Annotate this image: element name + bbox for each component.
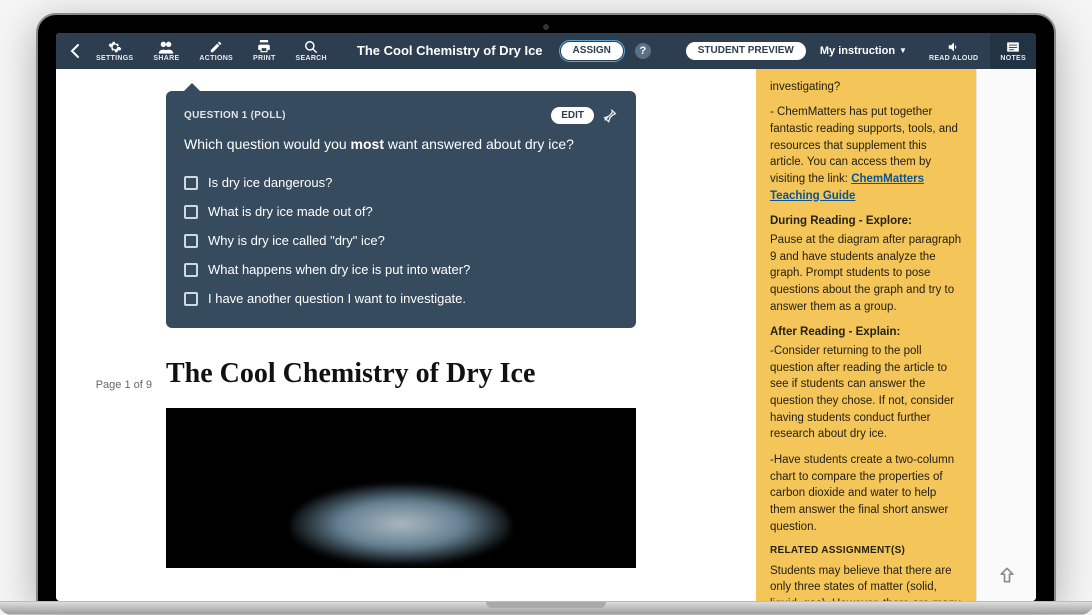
option-label: Is dry ice dangerous? (208, 175, 332, 190)
settings-button[interactable]: SETTINGS (88, 40, 141, 62)
checkbox-icon (184, 205, 198, 219)
option-label: What is dry ice made out of? (208, 204, 373, 219)
search-label: SEARCH (296, 55, 327, 62)
sidebar-heading: After Reading - Explain: (770, 324, 962, 341)
sidebar-section-heading: RELATED ASSIGNMENT(S) (770, 544, 962, 559)
my-instruction-label: My instruction (820, 45, 895, 57)
read-aloud-button[interactable]: READ ALOUD (921, 40, 986, 62)
option-label: I have another question I want to invest… (208, 291, 466, 306)
right-edge-strip (976, 69, 1036, 601)
checkbox-icon (184, 263, 198, 277)
poll-option[interactable]: Is dry ice dangerous? (184, 175, 618, 190)
hero-image (166, 408, 636, 568)
print-button[interactable]: PRINT (245, 40, 284, 62)
assign-button[interactable]: ASSIGN (561, 42, 623, 60)
question-prompt: Which question would you most want answe… (184, 134, 618, 156)
pencil-icon (209, 40, 223, 54)
search-button[interactable]: SEARCH (288, 40, 335, 62)
article-title: The Cool Chemistry of Dry Ice (166, 358, 716, 390)
sidebar-heading: During Reading - Explore: (770, 213, 962, 230)
notes-label: NOTES (1000, 55, 1026, 62)
app-body: Page 1 of 9 QUESTION 1 (POLL) EDIT (56, 69, 1036, 601)
laptop-base (0, 601, 1092, 615)
option-label: What happens when dry ice is put into wa… (208, 262, 470, 277)
my-instruction-dropdown[interactable]: My instruction ▼ (810, 45, 917, 57)
options-list: Is dry ice dangerous? What is dry ice ma… (184, 175, 618, 306)
notes-icon (1006, 41, 1020, 53)
sidebar-text: - ChemMatters has put together fantastic… (770, 104, 962, 204)
print-label: PRINT (253, 55, 276, 62)
scroll-to-top-button[interactable] (997, 565, 1017, 585)
chevron-down-icon: ▼ (899, 46, 907, 55)
search-icon (304, 40, 318, 54)
checkbox-icon (184, 234, 198, 248)
pin-icon (602, 107, 618, 123)
read-aloud-label: READ ALOUD (929, 55, 978, 62)
instruction-sidebar: investigating? - ChemMatters has put tog… (756, 69, 976, 601)
share-label: SHARE (153, 55, 179, 62)
app-screen: SETTINGS SHARE ACTIONS PRINT SEARCH The … (56, 33, 1036, 601)
actions-label: ACTIONS (199, 55, 233, 62)
poll-option[interactable]: Why is dry ice called "dry" ice? (184, 233, 618, 248)
gear-icon (108, 40, 122, 54)
checkbox-icon (184, 292, 198, 306)
sidebar-text: -Have students create a two-column chart… (770, 452, 962, 535)
arrow-up-icon (997, 565, 1017, 585)
option-label: Why is dry ice called "dry" ice? (208, 233, 385, 248)
chevron-left-icon (70, 44, 80, 58)
sidebar-text: Students may believe that there are only… (770, 563, 962, 601)
people-icon (158, 40, 174, 54)
actions-button[interactable]: ACTIONS (191, 40, 241, 62)
poll-option[interactable]: What happens when dry ice is put into wa… (184, 262, 618, 277)
sidebar-text: investigating? (770, 79, 962, 96)
main-content: Page 1 of 9 QUESTION 1 (POLL) EDIT (56, 69, 756, 601)
share-button[interactable]: SHARE (145, 40, 187, 62)
print-icon (257, 40, 271, 54)
edit-button[interactable]: EDIT (551, 107, 594, 124)
sidebar-text: -Consider returning to the poll question… (770, 343, 962, 443)
question-label: QUESTION 1 (POLL) (184, 110, 286, 121)
settings-label: SETTINGS (96, 55, 133, 62)
poll-option[interactable]: I have another question I want to invest… (184, 291, 618, 306)
dry-ice-smoke-graphic (291, 484, 511, 564)
speaker-icon (947, 40, 961, 54)
back-button[interactable] (66, 42, 84, 60)
help-button[interactable]: ? (635, 43, 651, 59)
checkbox-icon (184, 176, 198, 190)
app-header: SETTINGS SHARE ACTIONS PRINT SEARCH The … (56, 33, 1036, 69)
poll-option[interactable]: What is dry ice made out of? (184, 204, 618, 219)
page-title: The Cool Chemistry of Dry Ice (339, 43, 557, 58)
sidebar-text: Pause at the diagram after paragraph 9 a… (770, 232, 962, 315)
page-indicator: Page 1 of 9 (56, 69, 166, 601)
notes-button[interactable]: NOTES (990, 33, 1036, 69)
student-preview-button[interactable]: STUDENT PREVIEW (686, 42, 806, 60)
question-card: QUESTION 1 (POLL) EDIT Which question wo… (166, 91, 636, 329)
content-column: QUESTION 1 (POLL) EDIT Which question wo… (166, 69, 756, 601)
laptop-frame: SETTINGS SHARE ACTIONS PRINT SEARCH The … (36, 13, 1056, 603)
pin-button[interactable] (602, 107, 618, 123)
